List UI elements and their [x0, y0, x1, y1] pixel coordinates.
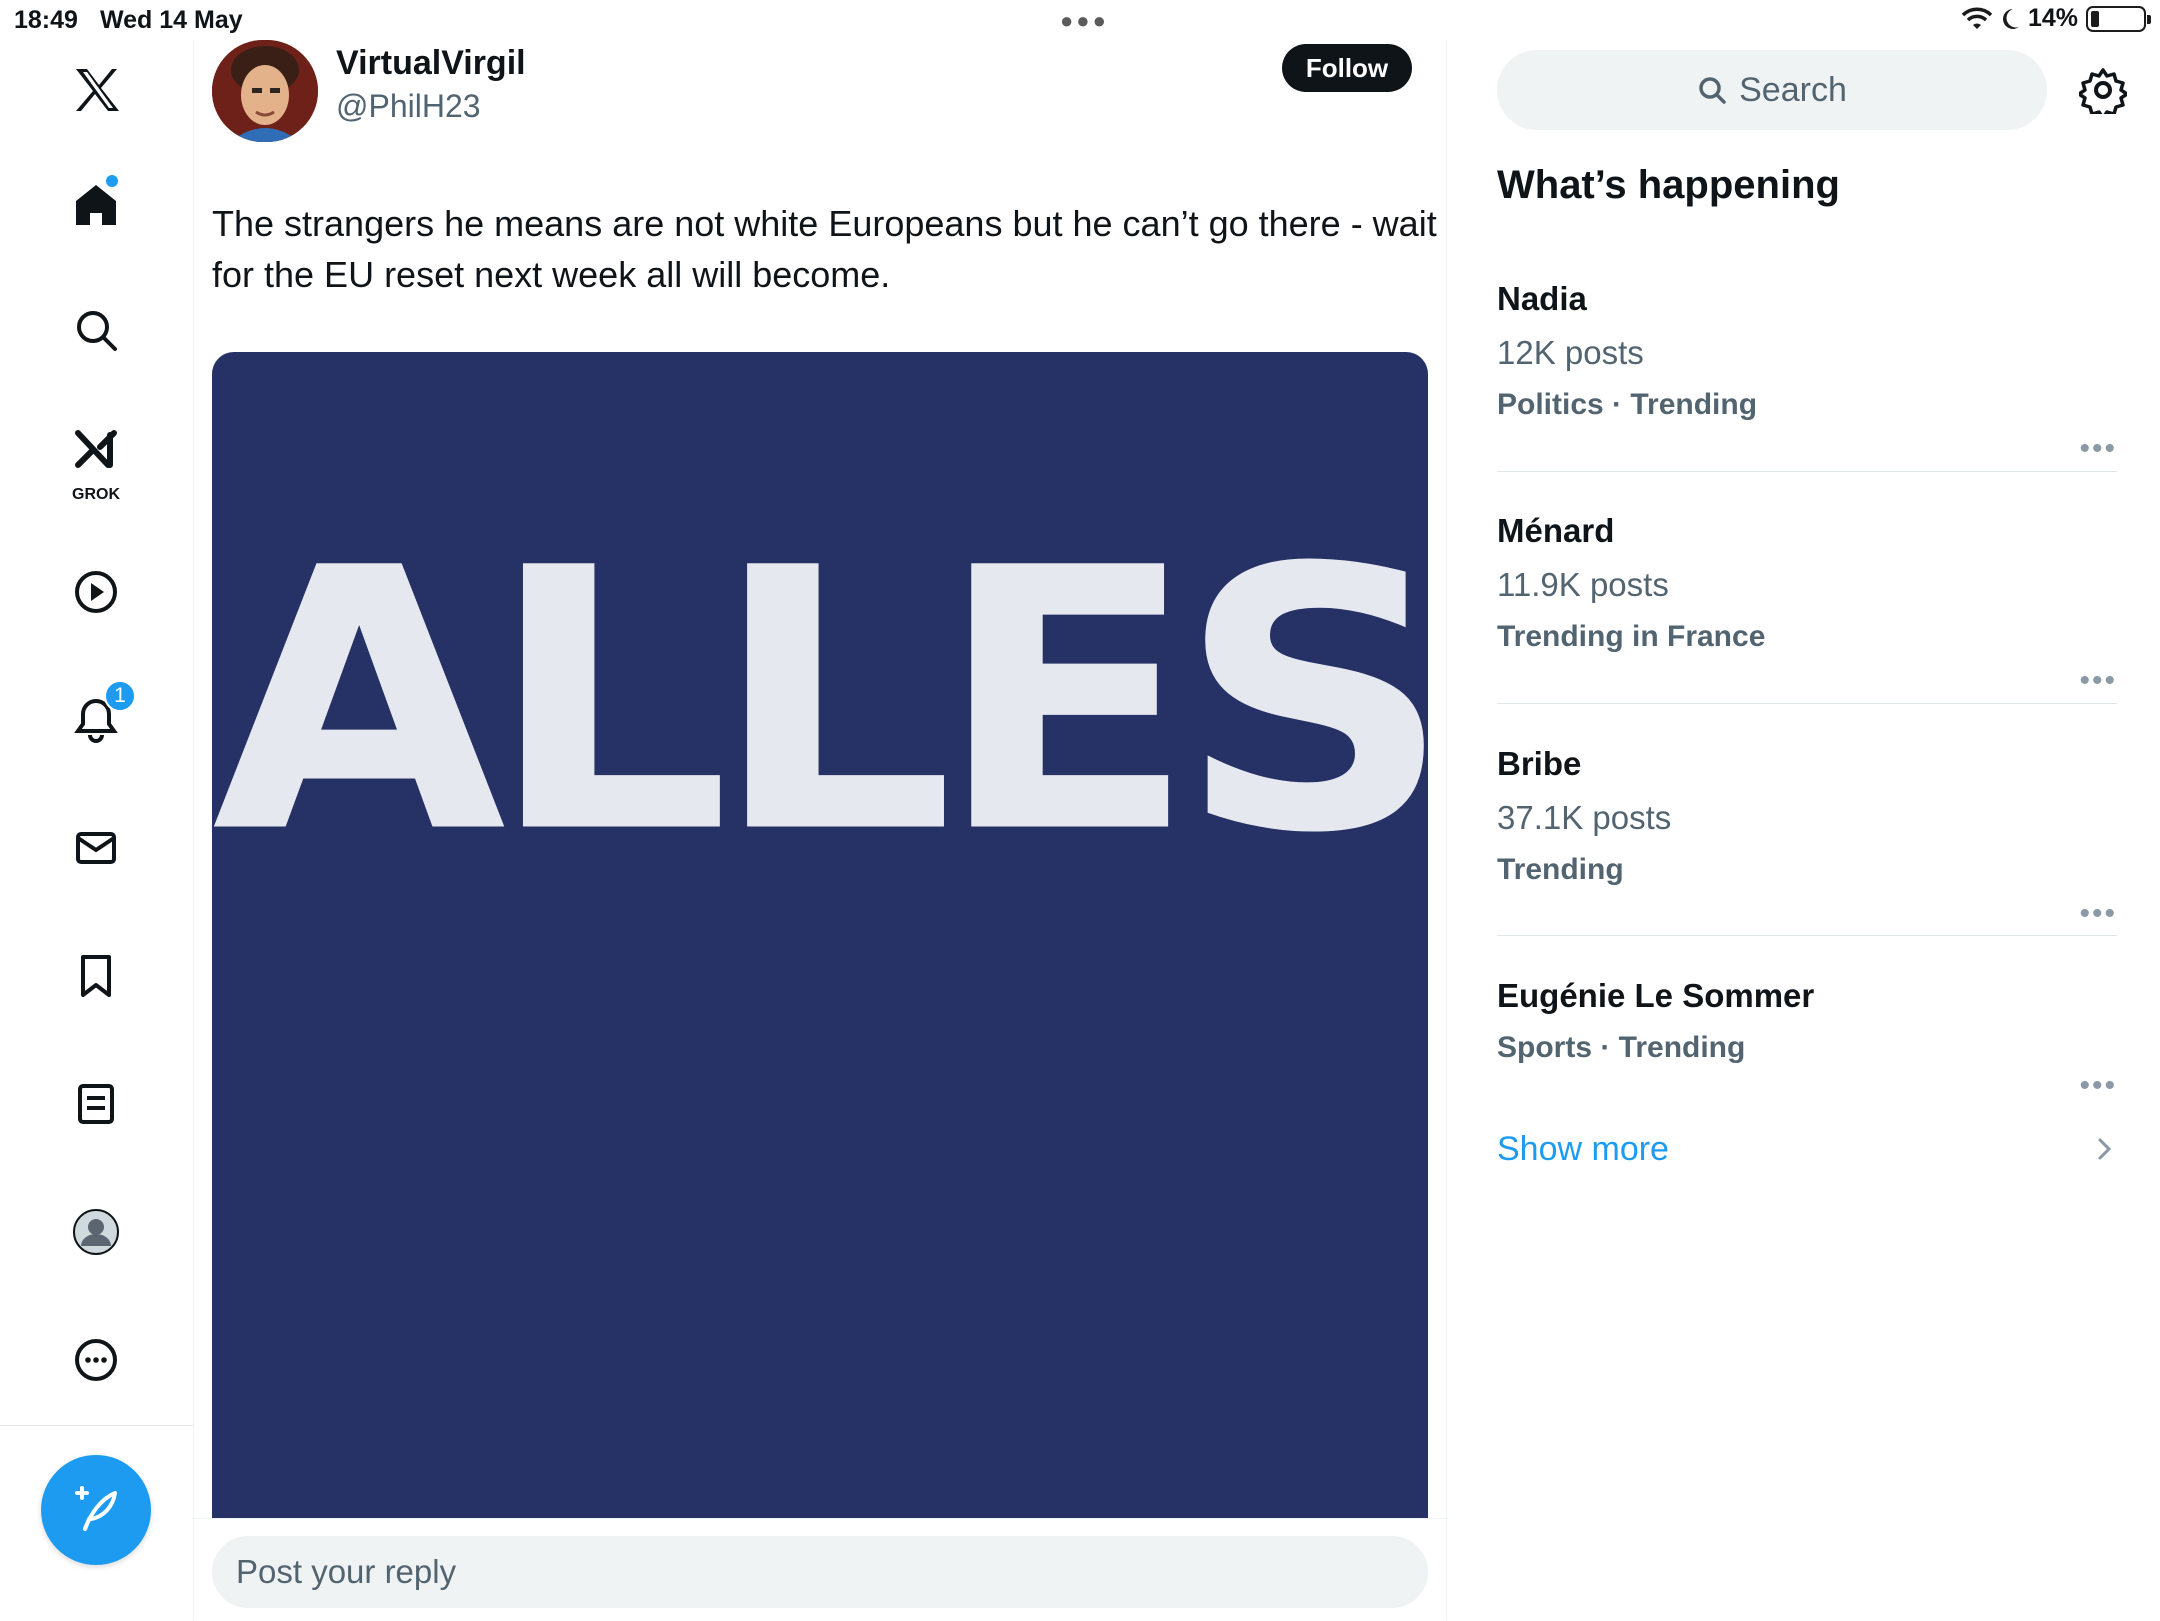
- author-handle[interactable]: @PhilH23: [336, 88, 481, 125]
- notification-badge: 1: [104, 680, 136, 712]
- battery-percent: 14%: [2027, 4, 2078, 32]
- trend-context: Trending: [1497, 853, 1624, 886]
- show-more-link[interactable]: Show more: [1497, 1130, 1669, 1169]
- reply-input[interactable]: Post your reply: [212, 1536, 1428, 1608]
- trend-count: 12K posts: [1497, 334, 1644, 371]
- trend-context: Politics · Trending: [1497, 388, 1758, 421]
- trend-count: 11.9K posts: [1497, 566, 1669, 603]
- trend-name: Bribe: [1497, 745, 1582, 782]
- search-icon: [77, 311, 117, 351]
- author-name[interactable]: VirtualVirgil: [336, 44, 526, 83]
- tweet-media-image[interactable]: ALLES: [212, 352, 1428, 1557]
- battery-icon: [2086, 5, 2151, 32]
- trend-item[interactable]: Eugénie Le Sommer Sports · Trending •••: [1497, 977, 2117, 1102]
- nav-messages[interactable]: [56, 808, 136, 888]
- grok-icon: [75, 430, 117, 468]
- trend-more-icon[interactable]: •••: [2079, 432, 2117, 466]
- trend-context: Trending in France: [1497, 620, 1766, 653]
- trend-item[interactable]: Ménard 11.9K posts Trending in France ••…: [1497, 512, 2117, 697]
- home-new-dot: [106, 175, 118, 187]
- search-label: Search: [1739, 70, 1847, 109]
- nav-profile[interactable]: [56, 1192, 136, 1272]
- mail-icon: [76, 832, 116, 864]
- bookmark-icon: [81, 955, 111, 997]
- trend-divider: [1497, 471, 2117, 472]
- search-input[interactable]: Search: [1497, 50, 2047, 130]
- trend-divider: [1497, 703, 2117, 704]
- trend-more-icon[interactable]: •••: [2079, 1069, 2117, 1103]
- home-icon: [76, 185, 116, 225]
- compose-icon: [75, 1486, 117, 1531]
- more-icon: [75, 1339, 117, 1381]
- nav-home[interactable]: [56, 165, 136, 245]
- media-text: ALLES: [212, 491, 1428, 912]
- author-avatar[interactable]: [212, 40, 318, 142]
- trend-name: Eugénie Le Sommer: [1497, 977, 1815, 1014]
- follow-button[interactable]: Follow: [1282, 44, 1412, 92]
- chevron-right-icon[interactable]: [2091, 1134, 2117, 1164]
- compose-button[interactable]: [41, 1455, 151, 1565]
- trend-item[interactable]: Bribe 37.1K posts Trending •••: [1497, 745, 2117, 930]
- status-date: Wed 14 May: [100, 6, 243, 34]
- moon-icon: [2002, 8, 2019, 29]
- grok-label: GROK: [72, 486, 120, 503]
- nav-divider: [0, 1425, 193, 1426]
- x-logo-icon[interactable]: [56, 50, 136, 130]
- play-icon: [75, 571, 117, 613]
- tweet-text: The strangers he means are not white Eur…: [212, 203, 1437, 295]
- status-time: 18:49: [14, 6, 78, 34]
- trend-name: Ménard: [1497, 512, 1615, 549]
- list-icon: [78, 1084, 114, 1124]
- trend-divider: [1497, 935, 2117, 936]
- trend-more-icon[interactable]: •••: [2079, 897, 2117, 931]
- status-bar: 18:49 Wed 14 May ●●● 14%: [0, 0, 2160, 40]
- trend-item[interactable]: Nadia 12K posts Politics · Trending •••: [1497, 280, 2117, 465]
- reply-bar: Post your reply: [194, 1518, 1446, 1621]
- multitasking-dots-icon[interactable]: ●●●: [1060, 8, 1109, 34]
- left-nav: GROK 1: [0, 40, 194, 1620]
- nav-more[interactable]: [56, 1320, 136, 1400]
- wifi-icon: [1961, 7, 1992, 29]
- nav-videos[interactable]: [56, 552, 136, 632]
- whats-happening-title: What’s happening: [1497, 163, 1840, 207]
- nav-bookmarks[interactable]: [56, 936, 136, 1016]
- trend-more-icon[interactable]: •••: [2079, 664, 2117, 698]
- nav-lists[interactable]: [56, 1064, 136, 1144]
- nav-notifications[interactable]: 1: [56, 680, 136, 760]
- gear-icon[interactable]: [2079, 66, 2127, 114]
- search-icon: [1699, 77, 1726, 104]
- right-sidebar: Search What’s happening Nadia 12K posts …: [1447, 40, 2160, 1620]
- status-indicators: 14%: [1961, 4, 2151, 33]
- trend-name: Nadia: [1497, 280, 1587, 317]
- nav-grok[interactable]: GROK: [56, 420, 136, 503]
- main-column: VirtualVirgil @PhilH23 Follow The strang…: [194, 40, 1447, 1621]
- profile-icon: [73, 1209, 119, 1255]
- nav-explore[interactable]: [56, 290, 136, 370]
- trend-context: Sports · Trending: [1497, 1031, 1746, 1064]
- trend-count: 37.1K posts: [1497, 799, 1672, 836]
